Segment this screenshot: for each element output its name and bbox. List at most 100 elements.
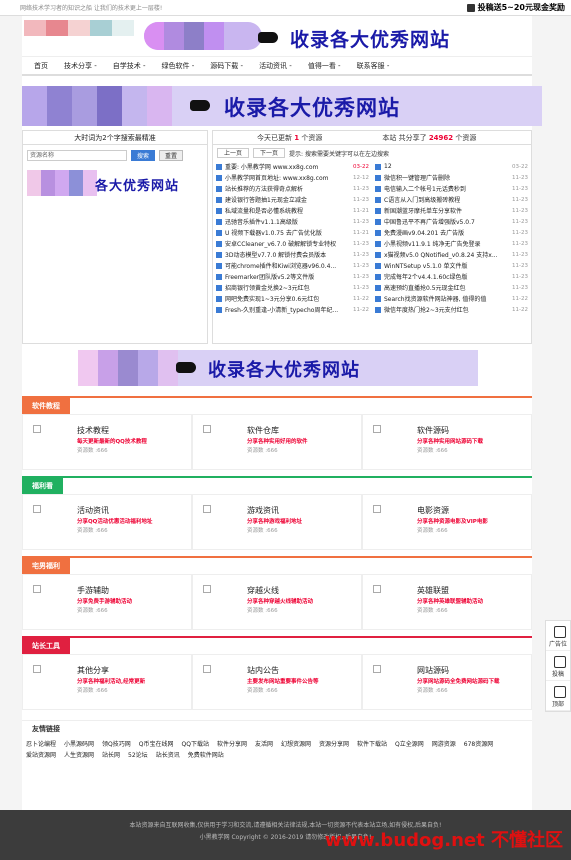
list-item[interactable]: Search找资源软件网站神器, 值得的值 11-22 (375, 293, 528, 304)
nav-contact[interactable]: 联系客服 - (349, 61, 398, 71)
friend-link[interactable]: 软件下载站 (357, 739, 387, 750)
list-item[interactable]: 迅驰音乐插件v1.1.1高级版 11-23 (216, 216, 369, 227)
category-card[interactable]: 站内公告 主要发布网站重要事件公告等 资源数 :666 (192, 654, 362, 710)
card-title: 游戏资讯 (247, 506, 279, 515)
next-page-button[interactable]: 下一页 (253, 148, 286, 158)
friend-link[interactable]: 软件分享网 (217, 739, 247, 750)
friend-link[interactable]: 幻想资源网 (281, 739, 311, 750)
back-to-top-button[interactable]: 顶部 (546, 681, 570, 711)
list-item[interactable]: Fresh-久别重逢-小清新_typecho周年纪... 11-22 (216, 304, 369, 315)
list-item-date: 03-22 (512, 163, 528, 170)
friend-link[interactable]: 免费软件网站 (188, 750, 224, 761)
category-card[interactable]: 软件仓库 分享各种实用好用的软件 资源数 :666 (192, 414, 362, 470)
friend-link[interactable]: 忍卜论编程 (26, 739, 56, 750)
list-item[interactable]: 中国鲁迅平不再广告增强版v5.0.7 11-23 (375, 216, 528, 227)
section-tag[interactable]: 福利看 (22, 478, 63, 494)
mid-banner[interactable]: 收录各大优秀网站 (22, 348, 532, 390)
prev-page-button[interactable]: 上一页 (217, 148, 250, 158)
category-card[interactable]: 穿越火线 分享各种穿越火线辅助活动 资源数 :666 (192, 574, 362, 630)
list-item[interactable]: 安卓CCleaner_v6.7.0 破解解锁专业特权 11-23 (216, 238, 369, 249)
nav-self-study[interactable]: 自学技术 - (105, 61, 154, 71)
search-input[interactable]: 资源名称 (27, 150, 127, 161)
category-card[interactable]: 网站源码 分享网站源码全免费网站源码下载 资源数 :666 (362, 654, 532, 710)
category-section: 福利看 活动资讯 分享QQ活动优惠活动福利地址 资源数 :666 游戏资讯 分享各种游戏福… (22, 476, 532, 550)
list-item[interactable]: 私域流量和是否必懂系统教程 11-21 (216, 205, 369, 216)
list-item-title: 3D动态模型v7.7.0 解锁付费会员版本 (225, 252, 327, 259)
friend-link[interactable]: 站长网 (102, 750, 120, 761)
list-item-title: 招商银行领黄金兑换2~3元红包 (225, 285, 310, 292)
category-card[interactable]: 技术教程 每天更新最新的QQ技术教程 资源数 :666 (22, 414, 192, 470)
friend-link[interactable]: 友活网 (255, 739, 273, 750)
nav-green-software[interactable]: 绿色软件 - (154, 61, 203, 71)
nav-source-download[interactable]: 源码下载 - (202, 61, 251, 71)
list-item[interactable]: 微信年度热门抢2~3元支付红包 11-22 (375, 304, 528, 315)
nav-home[interactable]: 首页 (26, 61, 56, 71)
category-card[interactable]: 软件源码 分享各种实用网站源码下载 资源数 :666 (362, 414, 532, 470)
list-item[interactable]: 完成每年2个v4.4.1.60c绿色版 11-23 (375, 271, 528, 282)
list-item[interactable]: 微信积一键管理广告删除 11-23 (375, 172, 528, 183)
list-item-date: 11-23 (512, 196, 528, 203)
card-count: 资源数 :666 (247, 688, 278, 694)
friend-link[interactable]: 网游资源 (432, 739, 456, 750)
list-item[interactable]: Freemarker团队版v5.2等文件版 11-23 (216, 271, 369, 282)
list-item[interactable]: x猫视频v5.0 QNotified_v0.8.24 支持x... 11-23 (375, 249, 528, 260)
friend-link[interactable]: 678资源网 (464, 739, 493, 750)
friend-link[interactable]: 小黑源码网 (64, 739, 94, 750)
side-submit-button[interactable]: 投稿 (546, 651, 570, 681)
list-item[interactable]: 新国潮蓝牙摩托单车分享软件 11-23 (375, 205, 528, 216)
list-item[interactable]: U 视频下载器v1.0.75 去广告优化版 11-21 (216, 227, 369, 238)
nav-activity-news[interactable]: 活动资讯 - (251, 61, 300, 71)
friend-link[interactable]: Q立全源网 (395, 739, 424, 750)
category-card[interactable]: 手游辅助 分享免费手游辅助活动 资源数 :666 (22, 574, 192, 630)
list-item-date: 11-21 (353, 229, 369, 236)
file-icon (216, 295, 222, 302)
list-item[interactable]: 网吧免费实现1~3元分享0.6元红包 11-22 (216, 293, 369, 304)
nav-worth-seeing[interactable]: 值得一看 - (300, 61, 349, 71)
list-item[interactable]: 重要: 小黑教学网 www.xx8g.com 03-22 (216, 161, 369, 172)
list-item-date: 11-22 (512, 295, 528, 302)
category-card[interactable]: 电影资源 分享各种资源电影及VIP电影 资源数 :666 (362, 494, 532, 550)
list-item[interactable]: 小黑视频v11.9.1 纯净无广告免登录 11-23 (375, 238, 528, 249)
list-item[interactable]: 高速预约直播抢0.5元现金红包 11-23 (375, 282, 528, 293)
section-tag[interactable]: 软件教程 (22, 398, 70, 414)
ad-banner[interactable]: 收录各大优秀网站 (22, 86, 542, 126)
category-card[interactable]: 其他分享 分享各种福利活动,经常更新 资源数 :666 (22, 654, 192, 710)
list-item-title: 重要: 小黑教学网 www.xx8g.com (225, 164, 319, 171)
list-item[interactable]: 12 03-22 (375, 161, 528, 172)
friend-link[interactable]: 领Q技巧网 (102, 739, 131, 750)
file-icon (375, 284, 381, 291)
list-item[interactable]: 招商银行领黄金兑换2~3元红包 11-23 (216, 282, 369, 293)
file-icon (216, 284, 222, 291)
list-item[interactable]: 可能chrome插件和Kiwi浏览器v96.0.4... 11-23 (216, 260, 369, 271)
list-item[interactable]: WinNTSetup v5.1.0 单文件版 11-23 (375, 260, 528, 271)
list-item[interactable]: 小黑教学网首页地址: www.xx8g.com 12-12 (216, 172, 369, 183)
friend-link[interactable]: 站长资讯 (156, 750, 180, 761)
reset-button[interactable]: 重置 (159, 150, 184, 161)
category-card[interactable]: 游戏资讯 分享各种游戏福利地址 资源数 :666 (192, 494, 362, 550)
friend-link[interactable]: QQ下载站 (182, 739, 209, 750)
list-item[interactable]: C语言从入门到高级搬砖教程 11-23 (375, 194, 528, 205)
friend-link[interactable]: 资源分享网 (319, 739, 349, 750)
list-item[interactable]: 站长推荐的方法获得奇点解析 11-23 (216, 183, 369, 194)
section-tag[interactable]: 站长工具 (22, 638, 70, 654)
category-card[interactable]: 活动资讯 分享QQ活动优惠活动福利地址 资源数 :666 (22, 494, 192, 550)
header-banner[interactable]: 收录各大优秀网站 (22, 16, 532, 56)
list-item[interactable]: 电信输入二个帐号1元话费秒到 11-23 (375, 183, 528, 194)
today-count: 1 (294, 133, 300, 142)
card-title: 穿越火线 (247, 586, 279, 595)
search-button[interactable]: 搜索 (131, 150, 156, 161)
list-item[interactable]: 3D动态模型v7.7.0 解锁付费会员版本 11-23 (216, 249, 369, 260)
friend-link[interactable]: 爱站资源网 (26, 750, 56, 761)
list-item[interactable]: 免费漫画v9.04.201 去广告版 11-23 (375, 227, 528, 238)
list-item-title: 12 (384, 163, 392, 170)
section-tag[interactable]: 宅男福利 (22, 558, 70, 574)
list-item-title: 微信积一键管理广告删除 (384, 175, 451, 182)
friend-link[interactable]: Q币宝在线网 (139, 739, 174, 750)
friend-link[interactable]: 人生资源网 (64, 750, 94, 761)
category-card[interactable]: 英雄联盟 分享各种英雄联盟辅助活动 资源数 :666 (362, 574, 532, 630)
friend-link[interactable]: 52论坛 (128, 750, 148, 761)
list-item[interactable]: 建设银行答题抽1元现金立减金 11-23 (216, 194, 369, 205)
side-ad-button[interactable]: 广告位 (546, 621, 570, 651)
nav-tech-share[interactable]: 技术分享 - (56, 61, 105, 71)
submit-link[interactable]: 投稿送5~20元现金奖励 (466, 2, 565, 13)
